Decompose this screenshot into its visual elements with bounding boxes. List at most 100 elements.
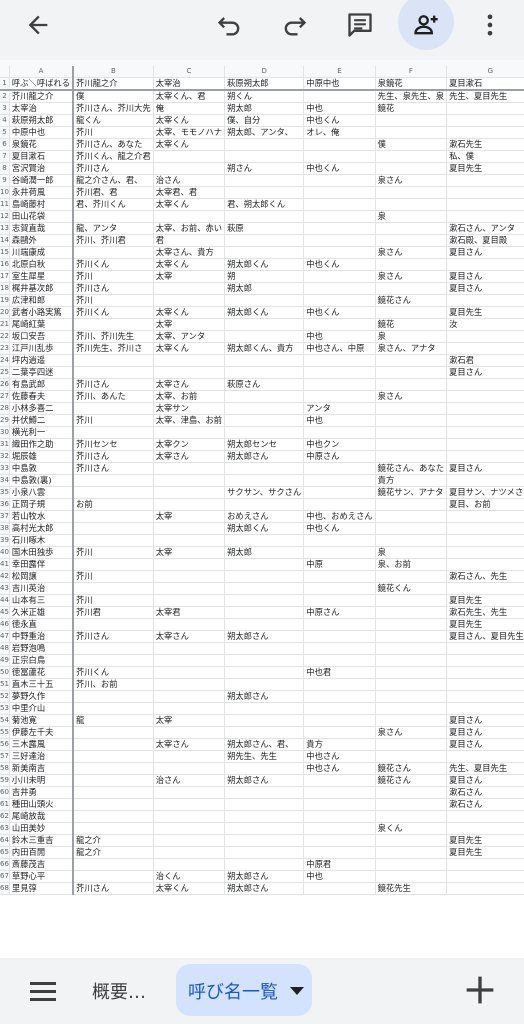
cell[interactable]: 漱石さん、先生: [446, 570, 524, 583]
cell[interactable]: 太宰治: [9, 102, 75, 115]
tab-active-sheet[interactable]: 呼び名一覧: [176, 964, 312, 1016]
row-number[interactable]: 28: [0, 402, 10, 415]
cell[interactable]: 萩原朔太郎: [9, 114, 75, 127]
cell[interactable]: [375, 690, 448, 703]
cell[interactable]: 志賀直哉: [9, 222, 75, 235]
row-number[interactable]: 14: [0, 234, 10, 247]
cell[interactable]: 夏目サン、ナツメさん: [446, 486, 524, 499]
row-number[interactable]: 53: [0, 702, 10, 715]
cell[interactable]: [153, 570, 226, 583]
cell[interactable]: 川端康成: [9, 246, 75, 259]
cell[interactable]: 夏目さん: [446, 366, 524, 379]
row-number[interactable]: 1: [0, 77, 10, 91]
cell[interactable]: 太宰くん: [153, 882, 226, 895]
cell[interactable]: [375, 378, 448, 391]
cell[interactable]: 夏目さん: [446, 738, 524, 751]
cell[interactable]: [303, 498, 376, 511]
cell[interactable]: 芥川: [73, 546, 154, 559]
cell[interactable]: [73, 210, 154, 223]
cell[interactable]: 太宰治: [153, 77, 226, 91]
cell[interactable]: 正宗白鳥: [9, 654, 75, 667]
cell[interactable]: 龍之介: [73, 834, 154, 847]
cell[interactable]: [153, 666, 226, 679]
cell[interactable]: [224, 366, 305, 379]
cell[interactable]: 太宰さん: [153, 738, 226, 751]
cell[interactable]: 芥川龍之介: [9, 90, 75, 103]
cell[interactable]: [303, 234, 376, 247]
cell[interactable]: [153, 162, 226, 175]
cell[interactable]: 直木三十五: [9, 678, 75, 691]
cell[interactable]: 幸田露伴: [9, 558, 75, 571]
cell[interactable]: [224, 462, 305, 475]
cell[interactable]: 朔太郎さん: [224, 774, 305, 787]
cell[interactable]: 太宰、お前、赤い: [153, 222, 226, 235]
cell[interactable]: 治さん: [153, 174, 226, 187]
cell[interactable]: 尾崎放哉: [9, 810, 75, 823]
cell[interactable]: 芥川くん: [73, 258, 154, 271]
cell[interactable]: 太宰、モモノハナ: [153, 126, 226, 139]
cell[interactable]: 龍之介: [73, 846, 154, 859]
cell[interactable]: [73, 522, 154, 535]
cell[interactable]: [73, 762, 154, 775]
cell[interactable]: [224, 714, 305, 727]
cell[interactable]: [224, 666, 305, 679]
cell[interactable]: 若山牧水: [9, 510, 75, 523]
cell[interactable]: 有島武郎: [9, 378, 75, 391]
cell[interactable]: 朔太郎、アンタ、: [224, 126, 305, 139]
cell[interactable]: 太宰、お前: [153, 390, 226, 403]
cell[interactable]: 三好達治: [9, 750, 75, 763]
row-number[interactable]: 26: [0, 378, 10, 391]
cell[interactable]: [303, 138, 376, 151]
cell[interactable]: 先生、泉先生、泉: [375, 90, 448, 103]
cell[interactable]: 漱石殿、夏目殿: [446, 234, 524, 247]
cell[interactable]: 芥川: [73, 570, 154, 583]
cell[interactable]: [224, 702, 305, 715]
cell[interactable]: 泉鏡花: [375, 77, 448, 91]
cell[interactable]: 芥川さん: [73, 282, 154, 295]
cell[interactable]: [303, 174, 376, 187]
cell[interactable]: 治くん: [153, 870, 226, 883]
cell[interactable]: [303, 714, 376, 727]
cell[interactable]: 朔太郎さん: [224, 882, 305, 895]
cell[interactable]: 坪内逍遥: [9, 354, 75, 367]
cell[interactable]: 芥川、芥川君: [73, 234, 154, 247]
cell[interactable]: [375, 834, 448, 847]
cell-table[interactable]: ABCDEFGH 1呼ぶ＼呼ばれる芥川龍之介太宰治萩原朔太郎中原中也泉鏡花夏目漱…: [0, 66, 524, 895]
cell[interactable]: [303, 570, 376, 583]
row-number[interactable]: 4: [0, 114, 10, 127]
cell[interactable]: 朔太郎センセ: [224, 438, 305, 451]
cell[interactable]: [73, 798, 154, 811]
cell[interactable]: 鏡花くん: [375, 582, 448, 595]
cell[interactable]: 室生犀星: [9, 270, 75, 283]
cell[interactable]: おめえさん: [224, 510, 305, 523]
cell[interactable]: [375, 702, 448, 715]
cell[interactable]: 夏目さん: [446, 246, 524, 259]
cell[interactable]: 太宰: [153, 546, 226, 559]
row-number[interactable]: 5: [0, 126, 10, 139]
cell[interactable]: [153, 834, 226, 847]
cell[interactable]: 龍くん: [73, 114, 154, 127]
cell[interactable]: [446, 126, 524, 139]
cell[interactable]: 芥川、芥川先生: [73, 330, 154, 343]
cell[interactable]: [303, 822, 376, 835]
cell[interactable]: 太宰さん、貴方: [153, 246, 226, 259]
cell[interactable]: 呼ぶ＼呼ばれる: [9, 77, 75, 91]
row-number[interactable]: 36: [0, 498, 10, 511]
cell[interactable]: 泉さん: [375, 390, 448, 403]
row-number[interactable]: 65: [0, 846, 10, 859]
cell[interactable]: 谷崎潤一郎: [9, 174, 75, 187]
cell[interactable]: [446, 210, 524, 223]
cell[interactable]: [303, 270, 376, 283]
cell[interactable]: [446, 474, 524, 487]
cell[interactable]: [153, 690, 226, 703]
cell[interactable]: 正岡子規: [9, 498, 75, 511]
column-header-g[interactable]: G: [446, 66, 524, 78]
cell[interactable]: [303, 282, 376, 295]
cell[interactable]: 芥川さん、あなた: [73, 138, 154, 151]
cell[interactable]: [153, 594, 226, 607]
cell[interactable]: 夏目先生: [446, 306, 524, 319]
cell[interactable]: 鏡花先生: [375, 882, 448, 895]
cell[interactable]: [73, 534, 154, 547]
row-number[interactable]: 54: [0, 714, 10, 727]
cell[interactable]: 太宰くん: [153, 306, 226, 319]
